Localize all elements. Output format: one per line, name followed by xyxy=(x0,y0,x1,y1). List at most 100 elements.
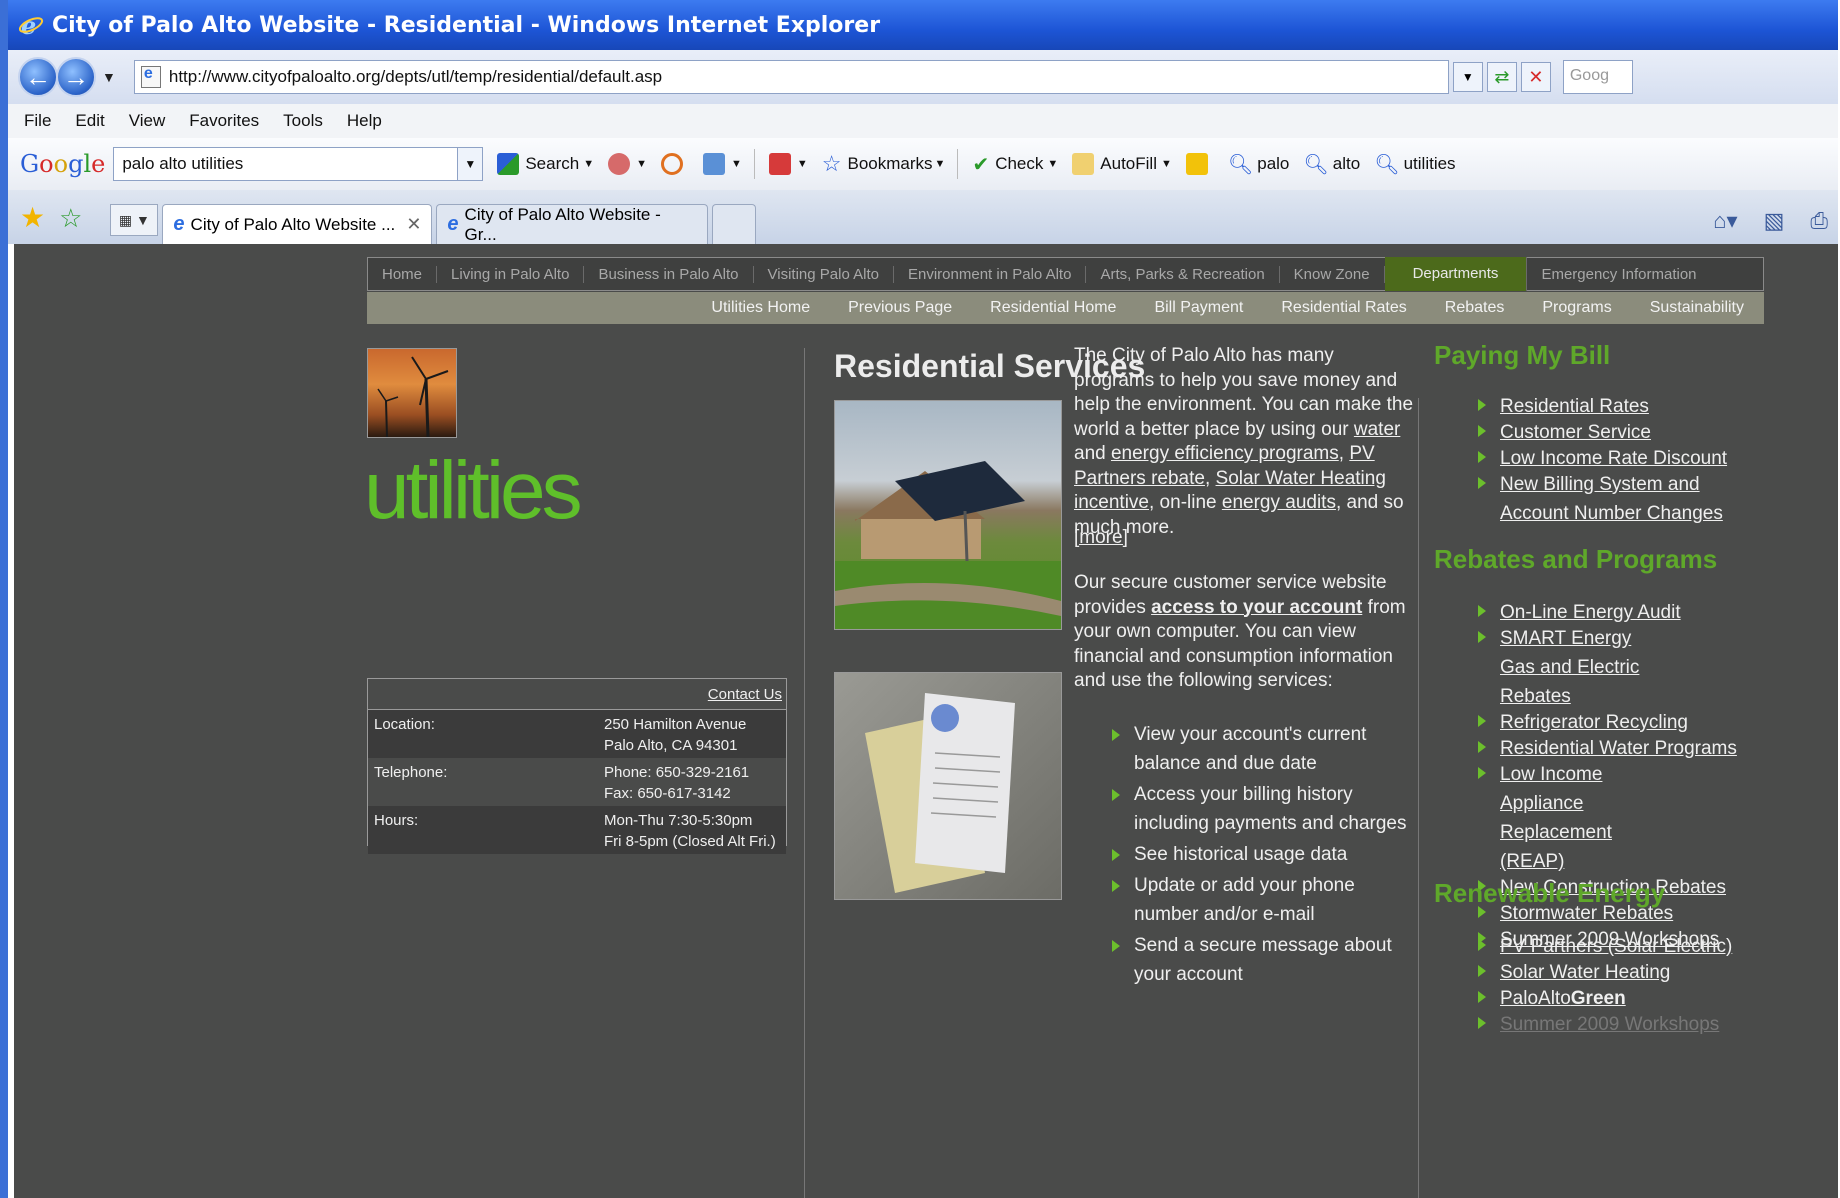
spiral-icon[interactable] xyxy=(661,153,689,175)
column-divider xyxy=(804,348,805,1198)
subnav-rebates[interactable]: Rebates xyxy=(1445,299,1505,317)
magnifier-icon: 🔍︎ xyxy=(1303,153,1329,176)
feeds-icon[interactable]: ▧ xyxy=(1764,208,1785,234)
address-row: ← → ▼ http://www.cityofpaloalto.org/dept… xyxy=(8,50,1838,104)
spell-check-icon: ✔ xyxy=(972,153,990,176)
link-smart-energy-rebates[interactable]: SMART Energy Gas and Electric Rebates xyxy=(1478,624,1650,711)
wind-turbine-image xyxy=(367,348,457,438)
address-dropdown-icon[interactable]: ▼ xyxy=(1452,62,1483,92)
tab-residential[interactable]: e City of Palo Alto Website ... ✕ xyxy=(162,204,433,244)
nav-arts-parks[interactable]: Arts, Parks & Recreation xyxy=(1086,265,1280,283)
popup-blocker-icon[interactable]: ▼ xyxy=(768,153,808,175)
nav-business[interactable]: Business in Palo Alto xyxy=(584,265,754,283)
add-button-icon[interactable]: ▼ xyxy=(703,153,742,175)
highlight-icon[interactable]: ▼ xyxy=(608,153,647,175)
link-reap[interactable]: Low Income Appliance Replacement (REAP) xyxy=(1478,760,1680,876)
search-term-utilities[interactable]: 🔍︎ utilities xyxy=(1374,152,1455,177)
menu-edit[interactable]: Edit xyxy=(75,111,104,131)
quick-tabs-icon[interactable]: ▦ ▼ xyxy=(110,204,159,236)
subnav-residential-home[interactable]: Residential Home xyxy=(990,299,1116,317)
subnav-bill-payment[interactable]: Bill Payment xyxy=(1154,299,1243,317)
energy-efficiency-link[interactable]: energy efficiency programs xyxy=(1111,443,1339,464)
new-tab-button[interactable] xyxy=(712,204,757,244)
search-term-palo[interactable]: 🔍︎ palo xyxy=(1228,152,1290,177)
list-item: View your account's current balance and … xyxy=(1112,720,1422,778)
energy-audits-link[interactable]: energy audits xyxy=(1222,492,1336,513)
ie-logo-icon: e xyxy=(18,11,44,40)
highlight-pen-icon[interactable] xyxy=(1185,153,1214,175)
menu-view[interactable]: View xyxy=(129,111,166,131)
nav-home[interactable]: Home xyxy=(368,265,438,283)
google-search-input[interactable]: palo alto utilities ▼ xyxy=(113,147,484,181)
bookmarks-button[interactable]: ☆ Bookmarks ▼ xyxy=(822,151,946,177)
intro-paragraph: The City of Palo Alto has many programs … xyxy=(1074,345,1414,538)
google-search-dropdown-icon[interactable]: ▼ xyxy=(457,148,483,180)
menu-favorites[interactable]: Favorites xyxy=(189,111,259,131)
magnifier-icon: 🔍︎ xyxy=(1374,153,1400,176)
link-residential-water-programs[interactable]: Residential Water Programs xyxy=(1478,734,1738,763)
subnav-programs[interactable]: Programs xyxy=(1542,299,1611,317)
toolbar-separator xyxy=(753,149,755,179)
favorites-star-icon[interactable]: ★ xyxy=(20,201,45,234)
link-palo-alto-green[interactable]: PaloAltoGreen xyxy=(1478,984,1808,1013)
water-link[interactable]: water xyxy=(1354,419,1400,440)
account-paragraph: Our secure customer service website prov… xyxy=(1074,572,1406,691)
refresh-icon[interactable]: ⇄ xyxy=(1486,62,1517,92)
web-page: Home Living in Palo Alto Business in Pal… xyxy=(14,244,1838,1198)
close-tab-icon[interactable]: ✕ xyxy=(406,214,421,235)
link-residential-rates[interactable]: Residential Rates xyxy=(1478,392,1738,421)
ie-page-icon: e xyxy=(447,213,459,235)
add-favorites-icon[interactable]: ☆ xyxy=(59,203,82,234)
contact-row-hours: Hours: Mon-Thu 7:30-5:30pm Fri 8-5pm (Clo… xyxy=(368,806,786,854)
link-pv-partners[interactable]: PV Partners (Solar Electric) xyxy=(1478,932,1808,961)
live-search-input[interactable]: Goog xyxy=(1562,60,1633,94)
autofill-button[interactable]: AutoFill ▼ xyxy=(1072,153,1172,175)
subnav-previous-page[interactable]: Previous Page xyxy=(848,299,952,317)
link-solar-water-heating[interactable]: Solar Water Heating xyxy=(1478,958,1808,987)
list-item: Send a secure message about your account xyxy=(1112,931,1422,989)
list-item: Update or add your phone number and/or e… xyxy=(1112,871,1422,929)
menu-file[interactable]: File xyxy=(24,111,51,131)
home-icon[interactable]: ⌂▾ xyxy=(1713,208,1737,234)
link-customer-service[interactable]: Customer Service xyxy=(1478,418,1738,447)
search-term-alto[interactable]: 🔍︎ alto xyxy=(1303,152,1360,177)
subnav-utilities-home[interactable]: Utilities Home xyxy=(711,299,810,317)
forward-button[interactable]: → xyxy=(56,57,96,97)
nav-environment[interactable]: Environment in Palo Alto xyxy=(894,265,1087,283)
services-list: View your account's current balance and … xyxy=(1112,720,1422,991)
nav-living[interactable]: Living in Palo Alto xyxy=(437,265,585,283)
tab-bar: ★ ☆ ▦ ▼ e City of Palo Alto Website ... … xyxy=(8,190,1838,244)
nav-departments[interactable]: Departments xyxy=(1384,256,1528,291)
subnav-residential-rates[interactable]: Residential Rates xyxy=(1281,299,1406,317)
billing-statement-photo xyxy=(834,672,1062,900)
search-button[interactable]: Search ▼ xyxy=(497,153,594,175)
nav-visiting[interactable]: Visiting Palo Alto xyxy=(754,265,894,283)
link-summer-workshops-cutoff[interactable]: Summer 2009 Workshops xyxy=(1478,1010,1808,1039)
link-new-billing-system[interactable]: New Billing System and Account Number Ch… xyxy=(1478,470,1738,528)
contact-us-link[interactable]: Contact Us xyxy=(708,686,782,703)
address-field[interactable]: http://www.cityofpaloalto.org/depts/utl/… xyxy=(133,60,1449,94)
spell-check-button[interactable]: ✔ Check ▼ xyxy=(972,152,1058,177)
google-logo: Google xyxy=(20,150,106,178)
menu-tools[interactable]: Tools xyxy=(283,111,323,131)
menu-help[interactable]: Help xyxy=(347,111,382,131)
history-dropdown-icon[interactable]: ▼ xyxy=(102,69,116,85)
back-button[interactable]: ← xyxy=(18,57,58,97)
tab-green[interactable]: e City of Palo Alto Website - Gr... xyxy=(436,204,709,244)
nav-emergency[interactable]: Emergency Information xyxy=(1527,266,1710,283)
account-access-link[interactable]: access to your account xyxy=(1151,597,1362,618)
stop-icon[interactable]: ✕ xyxy=(1520,62,1551,92)
subnav-sustainability[interactable]: Sustainability xyxy=(1650,299,1744,317)
link-refrigerator-recycling[interactable]: Refrigerator Recycling xyxy=(1478,708,1738,737)
page-icon xyxy=(140,65,161,88)
link-low-income-rate-discount[interactable]: Low Income Rate Discount xyxy=(1478,444,1738,473)
nav-know-zone[interactable]: Know Zone xyxy=(1280,265,1385,283)
toolbar-separator xyxy=(957,149,959,179)
more-link[interactable]: [more] xyxy=(1074,526,1414,551)
renewable-energy-heading: Renewable Energy xyxy=(1434,878,1666,908)
print-icon[interactable]: ⎙ xyxy=(1810,208,1828,234)
site-top-nav: Home Living in Palo Alto Business in Pal… xyxy=(367,256,1764,291)
link-online-energy-audit[interactable]: On-Line Energy Audit xyxy=(1478,598,1738,627)
site-sub-nav: Utilities Home Previous Page Residential… xyxy=(367,292,1764,324)
google-search-value: palo alto utilities xyxy=(122,154,244,173)
